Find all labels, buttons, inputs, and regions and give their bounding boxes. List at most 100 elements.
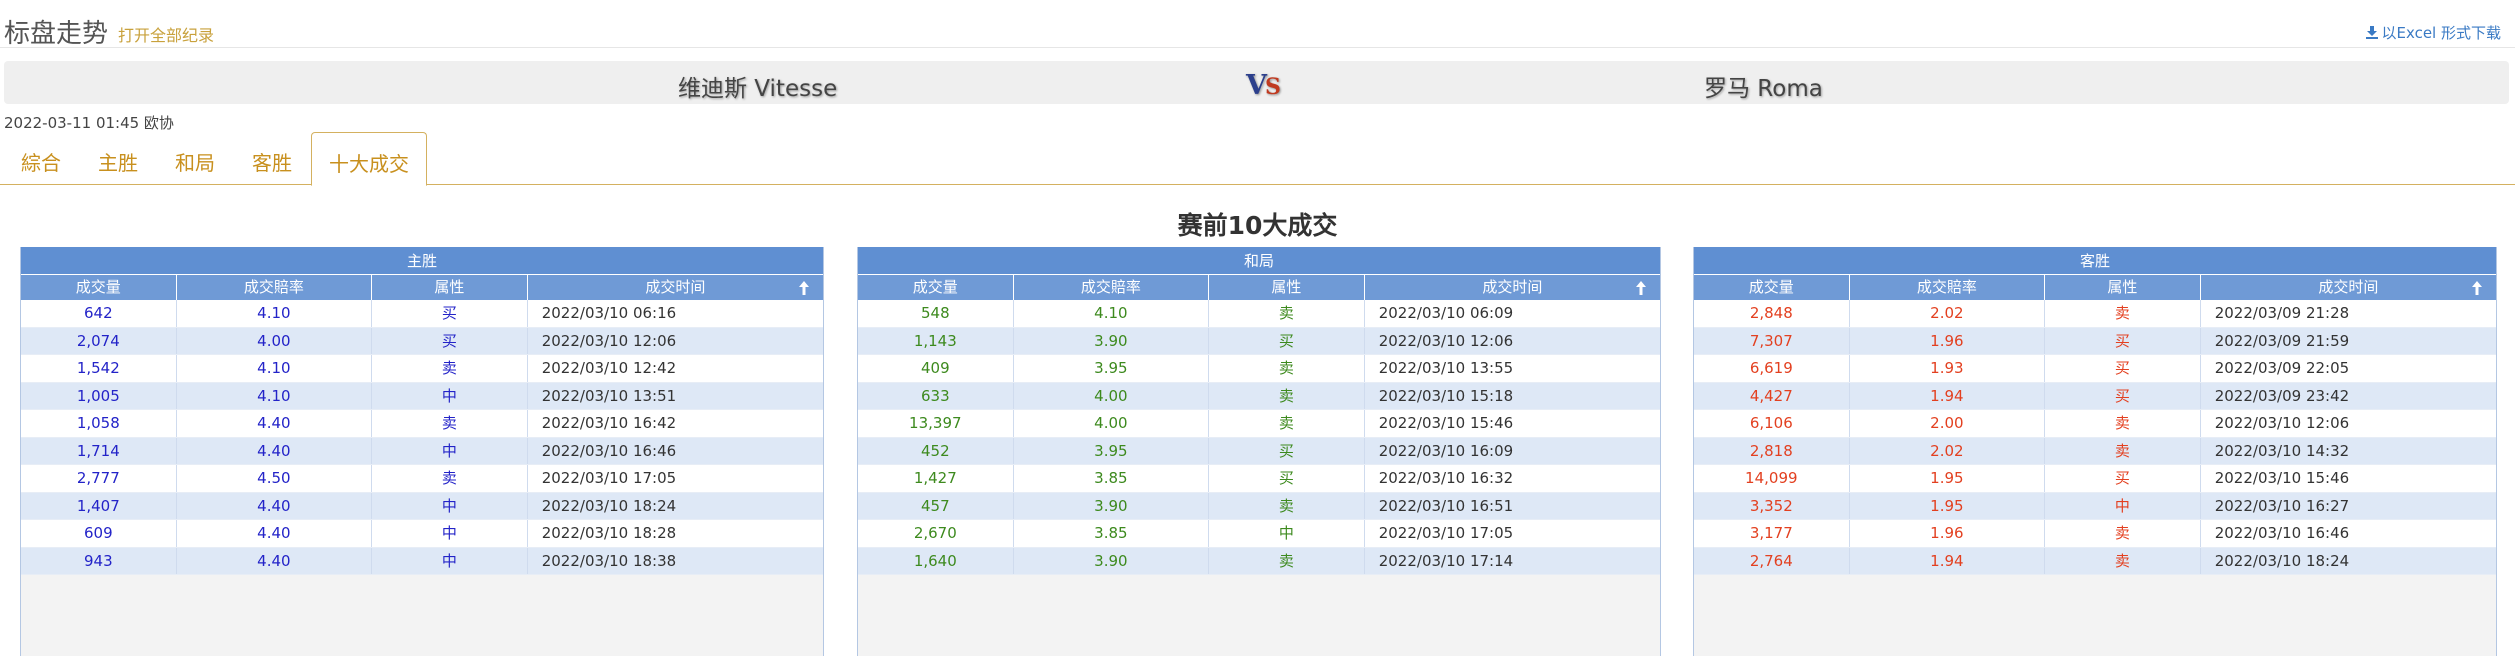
trade-volume-cell: 1,143 bbox=[858, 327, 1014, 354]
trade-time-cell: 2022/03/10 12:06 bbox=[541, 331, 677, 350]
trade-type-cell: 中 bbox=[2045, 492, 2201, 519]
trade-type-cell: 卖 bbox=[372, 465, 528, 492]
trade-volume-cell: 2,848 bbox=[1694, 300, 1850, 327]
trade-type-cell: 买 bbox=[1209, 437, 1365, 464]
vs-logo: VS bbox=[1246, 70, 1281, 101]
trade-time-cell: 2022/03/10 18:28 bbox=[541, 524, 677, 542]
trade-volume-cell: 1,714 bbox=[21, 437, 177, 464]
trade-odds-cell: 4.40 bbox=[177, 437, 373, 464]
trade-odds-cell: 4.00 bbox=[177, 327, 373, 354]
trade-volume-cell: 2,818 bbox=[1694, 437, 1850, 464]
sort-up-icon[interactable] bbox=[799, 281, 809, 295]
column-header[interactable]: 属性 bbox=[1209, 275, 1365, 300]
tab-home-win[interactable]: 主胜 bbox=[98, 147, 138, 176]
trade-type-cell: 卖 bbox=[1209, 547, 1365, 574]
trade-type-cell: 买 bbox=[372, 300, 528, 327]
table-row: 6,619 1.93 买 2022/03/09 22:05 bbox=[1694, 355, 2496, 383]
table-row: 7,307 1.96 买 2022/03/09 21:59 bbox=[1694, 327, 2496, 355]
trade-odds-cell: 4.10 bbox=[177, 355, 373, 382]
sort-up-icon[interactable] bbox=[2472, 281, 2482, 295]
trade-volume-cell: 1,542 bbox=[21, 355, 177, 382]
trade-time-cell: 2022/03/10 14:32 bbox=[2214, 441, 2350, 460]
open-all-records-link[interactable]: 打开全部纪录 bbox=[118, 22, 214, 46]
trade-time-cell: 2022/03/10 16:27 bbox=[2214, 496, 2350, 515]
trade-type-cell: 买 bbox=[372, 327, 528, 354]
sort-up-icon[interactable] bbox=[1636, 281, 1646, 295]
column-header-row: 成交量 成交賠率 属性 成交时间 bbox=[21, 275, 823, 300]
trade-volume-cell: 452 bbox=[858, 437, 1014, 464]
trade-time-cell: 2022/03/10 16:46 bbox=[2214, 524, 2350, 542]
table-row: 1,407 4.40 中 2022/03/10 18:24 bbox=[21, 492, 823, 520]
trade-time-cell: 2022/03/10 17:05 bbox=[541, 469, 677, 487]
table-row: 6,106 2.00 卖 2022/03/10 12:06 bbox=[1694, 410, 2496, 438]
trade-odds-cell: 3.90 bbox=[1014, 492, 1210, 519]
trade-odds-cell: 1.95 bbox=[1850, 492, 2046, 519]
trade-volume-cell: 457 bbox=[858, 492, 1014, 519]
column-header[interactable]: 成交时间 bbox=[528, 275, 823, 300]
table-row: 548 4.10 卖 2022/03/10 06:09 bbox=[858, 300, 1660, 328]
column-header[interactable]: 成交賠率 bbox=[1850, 275, 2046, 300]
trade-time-cell: 2022/03/10 13:51 bbox=[541, 386, 677, 405]
tab-top-ten-trades[interactable]: 十大成交 bbox=[311, 132, 427, 186]
column-header[interactable]: 成交时间 bbox=[2201, 275, 2496, 300]
trade-type-cell: 买 bbox=[2045, 465, 2201, 492]
table-row: 1,640 3.90 卖 2022/03/10 17:14 bbox=[858, 547, 1660, 575]
match-header: 维迪斯 Vitesse VS 罗马 Roma bbox=[4, 61, 2509, 104]
trade-volume-cell: 548 bbox=[858, 300, 1014, 327]
away-team-name: 罗马 Roma bbox=[1704, 76, 1823, 102]
trade-odds-cell: 3.85 bbox=[1014, 465, 1210, 492]
tab-away-win[interactable]: 客胜 bbox=[252, 147, 292, 176]
trade-type-cell: 卖 bbox=[372, 355, 528, 382]
table-row: 409 3.95 卖 2022/03/10 13:55 bbox=[858, 355, 1660, 383]
trade-time-cell: 2022/03/10 18:24 bbox=[2214, 551, 2350, 570]
table-row: 943 4.40 中 2022/03/10 18:38 bbox=[21, 547, 823, 575]
column-header[interactable]: 成交賠率 bbox=[1014, 275, 1210, 300]
trade-type-cell: 卖 bbox=[2045, 520, 2201, 547]
trade-time-cell: 2022/03/10 16:51 bbox=[1378, 496, 1514, 515]
table-row: 4,427 1.94 买 2022/03/09 23:42 bbox=[1694, 382, 2496, 410]
table-row: 642 4.10 买 2022/03/10 06:16 bbox=[21, 300, 823, 328]
download-icon bbox=[2366, 26, 2379, 39]
tab-overall[interactable]: 綜合 bbox=[21, 147, 61, 176]
column-header[interactable]: 成交量 bbox=[858, 275, 1014, 300]
trade-volume-cell: 6,106 bbox=[1694, 410, 1850, 437]
table-row: 3,177 1.96 卖 2022/03/10 16:46 bbox=[1694, 520, 2496, 548]
trade-odds-cell: 1.93 bbox=[1850, 355, 2046, 382]
trade-type-cell: 买 bbox=[1209, 465, 1365, 492]
trade-time-cell: 2022/03/10 16:32 bbox=[1378, 469, 1514, 487]
trade-type-cell: 卖 bbox=[1209, 355, 1365, 382]
trade-type-cell: 买 bbox=[2045, 382, 2201, 409]
table-row: 1,427 3.85 买 2022/03/10 16:32 bbox=[858, 465, 1660, 493]
column-header[interactable]: 成交賠率 bbox=[177, 275, 373, 300]
trade-odds-cell: 1.94 bbox=[1850, 547, 2046, 574]
trade-time-cell: 2022/03/10 15:18 bbox=[1378, 386, 1514, 405]
top-bar: 标盘走势 打开全部纪录 以Excel 形式下载 bbox=[0, 0, 2515, 49]
table-row: 2,848 2.02 卖 2022/03/09 21:28 bbox=[1694, 300, 2496, 328]
column-header[interactable]: 属性 bbox=[372, 275, 528, 300]
column-header[interactable]: 成交量 bbox=[1694, 275, 1850, 300]
table-row: 1,714 4.40 中 2022/03/10 16:46 bbox=[21, 437, 823, 465]
column-header[interactable]: 属性 bbox=[2045, 275, 2201, 300]
trade-odds-cell: 3.90 bbox=[1014, 327, 1210, 354]
trade-volume-cell: 409 bbox=[858, 355, 1014, 382]
trade-volume-cell: 943 bbox=[21, 547, 177, 574]
trade-type-cell: 中 bbox=[372, 547, 528, 574]
trade-time-cell: 2022/03/09 21:59 bbox=[2214, 331, 2350, 350]
trade-volume-cell: 4,427 bbox=[1694, 382, 1850, 409]
trade-time-cell: 2022/03/10 17:14 bbox=[1378, 551, 1514, 570]
trade-time-cell: 2022/03/10 12:06 bbox=[1378, 331, 1514, 350]
trade-odds-cell: 4.00 bbox=[1014, 382, 1210, 409]
draw-panel: 和局 成交量 成交賠率 属性 成交时间 548 4.10 卖 2022/03/10 06:09 1… bbox=[857, 247, 1661, 656]
column-header[interactable]: 成交量 bbox=[21, 275, 177, 300]
trade-time-cell: 2022/03/10 06:09 bbox=[1378, 304, 1514, 322]
excel-download-link[interactable]: 以Excel 形式下载 bbox=[2366, 22, 2501, 43]
trade-odds-cell: 4.10 bbox=[1014, 300, 1210, 327]
trade-volume-cell: 633 bbox=[858, 382, 1014, 409]
table-row: 14,099 1.95 买 2022/03/10 15:46 bbox=[1694, 465, 2496, 493]
column-header[interactable]: 成交时间 bbox=[1365, 275, 1660, 300]
tab-draw[interactable]: 和局 bbox=[175, 147, 215, 176]
trade-volume-cell: 14,099 bbox=[1694, 465, 1850, 492]
table-row: 2,818 2.02 卖 2022/03/10 14:32 bbox=[1694, 437, 2496, 465]
trade-odds-cell: 4.40 bbox=[177, 410, 373, 437]
trade-type-cell: 卖 bbox=[2045, 437, 2201, 464]
